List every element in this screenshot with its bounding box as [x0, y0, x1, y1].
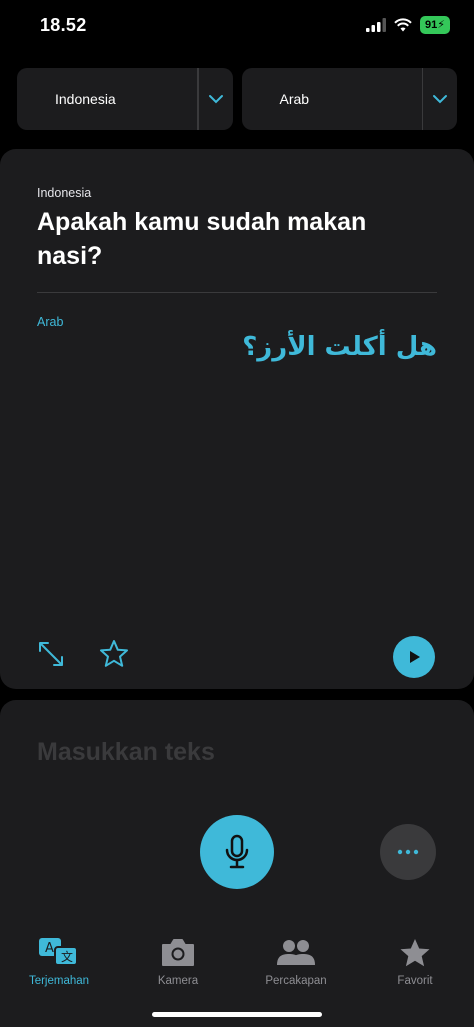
tab-label: Favorit	[397, 975, 433, 987]
target-language-select[interactable]: Arab	[241, 68, 457, 130]
chevron-down-icon[interactable]	[431, 90, 449, 108]
source-language-caption: Indonesia	[37, 186, 92, 200]
target-language-label: Arab	[279, 91, 310, 107]
status-time: 18.52	[40, 15, 87, 35]
more-options-button[interactable]	[380, 824, 436, 880]
star-icon	[400, 939, 430, 967]
wifi-icon	[394, 18, 412, 32]
select-divider	[421, 68, 423, 130]
select-divider	[197, 68, 199, 130]
translated-text[interactable]: هل أكلت الأرز؟	[242, 332, 437, 362]
tab-label: Kamera	[157, 975, 199, 987]
svg-text:文: 文	[61, 949, 73, 964]
people-icon	[277, 940, 315, 965]
text-input-card: Masukkan teks	[0, 700, 474, 940]
play-icon	[410, 651, 420, 663]
ellipsis-icon	[397, 849, 419, 855]
source-language-select[interactable]: Indonesia	[17, 68, 233, 130]
translate-icon: A 文	[39, 938, 78, 966]
favorite-star-icon[interactable]	[98, 638, 130, 670]
language-selector-row: Indonesia Arab	[17, 68, 457, 130]
battery-level: 91	[425, 19, 438, 31]
tab-percakapan[interactable]: Percakapan	[246, 937, 346, 987]
chevron-down-icon[interactable]	[207, 90, 225, 108]
tab-favorit[interactable]: Favorit	[365, 937, 465, 987]
camera-icon	[162, 939, 194, 966]
status-icons: 91⚡	[366, 16, 450, 34]
status-bar: 18.52 91⚡	[0, 0, 474, 52]
target-language-caption: Arab	[37, 315, 64, 329]
card-divider	[37, 292, 437, 293]
expand-icon[interactable]	[36, 639, 66, 669]
source-text[interactable]: Apakah kamu sudah makan nasi?	[37, 205, 437, 273]
home-indicator[interactable]	[152, 1012, 322, 1017]
play-audio-button[interactable]	[393, 636, 435, 678]
svg-text:A: A	[45, 941, 54, 956]
source-language-label: Indonesia	[55, 91, 116, 107]
tab-label: Percakapan	[265, 975, 327, 987]
tab-kamera[interactable]: Kamera	[128, 937, 228, 987]
battery-indicator: 91⚡	[420, 16, 450, 34]
signal-icon	[366, 18, 387, 32]
translation-result-card: Indonesia Apakah kamu sudah makan nasi? …	[0, 149, 474, 689]
tab-label: Terjemahan	[28, 975, 90, 987]
tab-terjemahan[interactable]: A 文 Terjemahan	[9, 937, 109, 987]
microphone-icon	[225, 834, 249, 869]
text-input[interactable]: Masukkan teks	[37, 738, 215, 767]
microphone-button[interactable]	[200, 815, 274, 889]
charging-icon: ⚡	[437, 19, 445, 31]
